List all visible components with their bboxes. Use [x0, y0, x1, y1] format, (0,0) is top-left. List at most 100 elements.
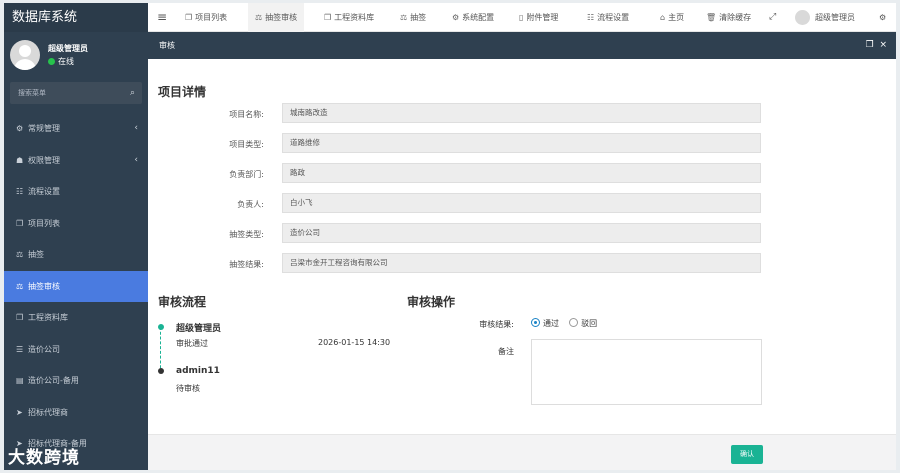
tab-system-config[interactable]: ⚙ 系统配置 — [452, 3, 494, 32]
timeline-line — [160, 327, 162, 373]
details-heading: 项目详情 — [158, 85, 207, 99]
online-dot-icon — [48, 58, 55, 65]
tab-lottery[interactable]: ⚖ 抽签 — [400, 3, 426, 32]
close-icon[interactable]: × — [879, 40, 887, 50]
radio-checked-icon — [531, 318, 540, 327]
sidebar-item-lottery-review[interactable]: ⚖ 抽签审核 — [4, 270, 148, 302]
reject-radio[interactable]: 驳回 — [569, 318, 597, 328]
files-icon: ❒ — [16, 313, 24, 322]
top-navbar: ≡ ❐ 项目列表 ⚖ 抽签审核 ❒ 工程资料库 ⚖ 抽签 ⚙ 系统配置 ▯ 附件管理 ☷ 流程… — [148, 3, 896, 32]
panel-footer: 确认 — [148, 434, 896, 470]
user-name: 超级管理员 — [48, 44, 88, 53]
step-status: 审批通过 — [176, 339, 208, 348]
home-button[interactable]: ⌂ 主页 — [660, 3, 684, 32]
sidebar-item-lottery[interactable]: ⚖ 抽签 — [4, 239, 148, 271]
radio-unchecked-icon — [569, 318, 579, 327]
field-label: 抽签结果: — [229, 260, 264, 269]
app-window: 数据库系统 超级管理员 在线 搜索菜单 ⌕ ⚙ 常规管理 ‹ ☗ 权限管理 ‹ ☷ 流程设… — [4, 3, 896, 470]
sidebar-item-label: 造价公司 — [28, 344, 60, 354]
sidebar-item-label: 工程资料库 — [28, 313, 68, 322]
gavel-icon: ⚖ — [16, 281, 24, 291]
avatar — [795, 10, 810, 25]
step-approver: 超级管理员 — [176, 324, 222, 334]
gavel-icon: ⚖ — [16, 250, 24, 259]
result-options: 通过 驳回 — [531, 318, 597, 329]
fullscreen-icon[interactable]: ⤢ — [769, 3, 776, 32]
chevron-left-icon: ‹ — [134, 123, 138, 133]
remark-textarea[interactable] — [531, 339, 762, 405]
maximize-icon[interactable]: ❐ — [866, 40, 874, 50]
watermark-logo: 大数跨境 — [8, 448, 80, 468]
sidebar-item-cost-company-backup[interactable]: ▤ 造价公司-备用 — [4, 365, 148, 397]
field-label: 项目名称: — [229, 110, 264, 119]
panel-header: 审核 ❐ × — [148, 32, 896, 59]
clear-cache-button[interactable]: 🗑 清除缓存 — [706, 3, 751, 32]
menu-toggle-icon[interactable]: ≡ — [157, 3, 167, 32]
trash-icon: 🗑 — [706, 13, 717, 22]
app-title: 数据库系统 — [4, 3, 148, 32]
sidebar: 数据库系统 超级管理员 在线 搜索菜单 ⌕ ⚙ 常规管理 ‹ ☗ 权限管理 ‹ ☷ 流程设… — [4, 3, 148, 470]
lottery-result-field: 吕梁市金开工程咨询有限公司 — [282, 253, 761, 273]
sidebar-item-label: 项目列表 — [28, 218, 60, 228]
field-label: 项目类型: — [229, 140, 264, 149]
list-alt-icon: ▤ — [16, 376, 24, 385]
topbar-user-menu[interactable]: 超级管理员 — [795, 3, 855, 32]
tab-workflow-settings[interactable]: ☷ 流程设置 — [587, 3, 629, 32]
project-name-field: 城南路改造 — [282, 103, 761, 123]
sidebar-item-cost-company[interactable]: ☰ 造价公司 — [4, 334, 148, 366]
sidebar-item-workflow[interactable]: ☷ 流程设置 — [4, 176, 148, 208]
operation-heading: 审核操作 — [407, 295, 456, 309]
gavel-icon: ⚖ — [255, 13, 263, 22]
file-icon: ▯ — [519, 13, 524, 22]
review-content: 项目详情 项目名称: 城南路改造 项目类型: 道路维修 负责部门: 路政 负责人… — [148, 59, 896, 434]
sidebar-item-label: 权限管理 — [28, 155, 60, 165]
sidebar-item-permissions[interactable]: ☗ 权限管理 ‹ — [4, 145, 148, 177]
sidebar-item-projects[interactable]: ❐ 项目列表 — [4, 208, 148, 240]
copy-icon: ❐ — [185, 13, 193, 22]
department-field: 路政 — [282, 163, 761, 183]
step-status: 待审核 — [176, 384, 200, 393]
sidebar-menu: ⚙ 常规管理 ‹ ☗ 权限管理 ‹ ☷ 流程设置 ❐ 项目列表 ⚖ 抽签 ⚖ 抽签审核 ❒ 工程资… — [4, 113, 148, 460]
step-approver: admin11 — [176, 366, 220, 376]
confirm-button[interactable]: 确认 — [731, 445, 763, 464]
field-label: 抽签类型: — [229, 230, 264, 239]
sidebar-item-label: 造价公司-备用 — [28, 376, 79, 385]
result-label: 审核结果: — [479, 320, 514, 329]
flow-heading: 审核流程 — [158, 295, 207, 309]
remark-label: 备注 — [498, 347, 514, 356]
search-icon[interactable]: ⌕ — [130, 82, 135, 104]
tab-project-list[interactable]: ❐ 项目列表 — [185, 3, 227, 32]
search-placeholder: 搜索菜单 — [18, 89, 46, 97]
timeline-dot-pending — [158, 368, 164, 374]
step-time: 2026-01-15 14:30 — [318, 338, 391, 347]
lottery-type-field: 造价公司 — [282, 223, 761, 243]
sitemap-icon: ☷ — [16, 187, 24, 196]
approve-radio[interactable]: 通过 — [531, 318, 559, 328]
tab-attachments[interactable]: ▯ 附件管理 — [519, 3, 558, 32]
project-type-field: 道路维修 — [282, 133, 761, 153]
sidebar-item-label: 常规管理 — [28, 124, 60, 133]
sidebar-item-tender-agent[interactable]: ➤ 招标代理商 — [4, 397, 148, 429]
sidebar-item-label: 流程设置 — [28, 187, 60, 196]
timeline-dot-done — [158, 324, 164, 330]
field-label: 负责人: — [237, 200, 264, 209]
user-status-label: 在线 — [58, 57, 74, 66]
sidebar-item-engineering-library[interactable]: ❒ 工程资料库 — [4, 302, 148, 334]
sitemap-icon: ☷ — [587, 13, 595, 22]
list-icon: ☰ — [16, 344, 24, 354]
user-status: 在线 — [48, 56, 74, 67]
files-icon: ❒ — [324, 13, 332, 22]
tab-engineering-library[interactable]: ❒ 工程资料库 — [324, 3, 374, 32]
tab-lottery-review[interactable]: ⚖ 抽签审核 — [248, 3, 305, 32]
settings-icon[interactable]: ⚙ — [879, 3, 886, 32]
field-label: 负责部门: — [229, 170, 264, 179]
sidebar-item-general[interactable]: ⚙ 常规管理 ‹ — [4, 113, 148, 145]
chevron-left-icon: ‹ — [134, 154, 138, 165]
send-icon: ➤ — [16, 407, 23, 417]
sidebar-item-label: 抽签 — [28, 250, 44, 259]
gear-icon: ⚙ — [452, 13, 460, 22]
sidebar-item-label: 招标代理商 — [28, 407, 68, 417]
user-panel: 超级管理员 在线 — [4, 32, 148, 79]
sidebar-search-input[interactable]: 搜索菜单 ⌕ — [10, 82, 142, 104]
owner-field: 白小飞 — [282, 193, 761, 213]
